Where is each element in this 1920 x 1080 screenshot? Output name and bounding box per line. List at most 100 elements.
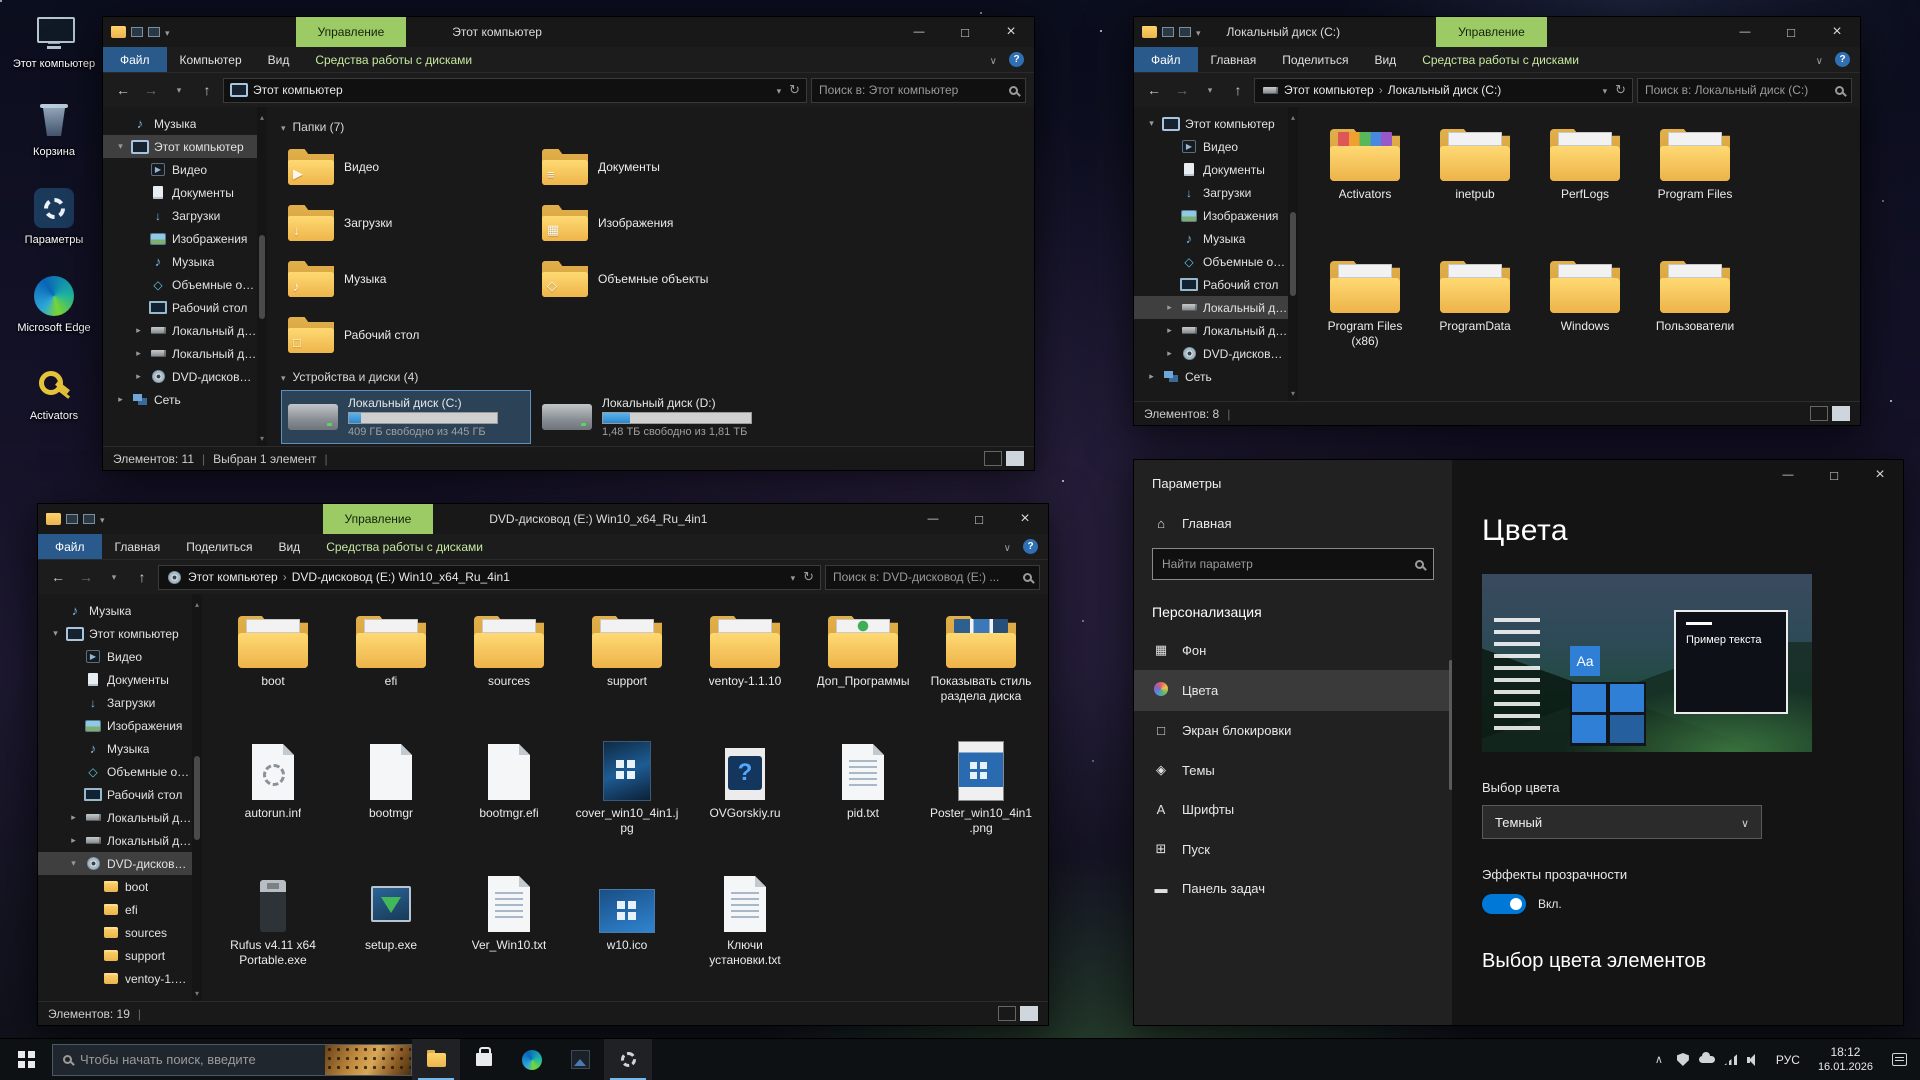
scroll-up-icon[interactable] (195, 596, 199, 610)
icons-view-button[interactable] (1006, 451, 1024, 466)
file-item[interactable]: support (569, 606, 685, 734)
recent-locations-icon[interactable] (167, 78, 191, 102)
ribbon-tab[interactable]: Средства работы с дисками (313, 534, 496, 559)
address-dropdown-icon[interactable] (1603, 83, 1608, 97)
folder-tile[interactable]: Рабочий стол (281, 308, 531, 362)
drive-tile[interactable]: Локальный диск (D:) 1,48 ТБ свободно из … (535, 390, 785, 444)
close-button[interactable] (1002, 504, 1048, 534)
close-button[interactable] (1814, 17, 1860, 47)
sidebar-item[interactable]: Изображения (38, 714, 192, 737)
tree-chevron-icon[interactable] (68, 812, 79, 823)
sidebar-item[interactable]: Сеть (103, 388, 257, 411)
file-item[interactable]: Windows (1531, 251, 1639, 379)
group-header-folders[interactable]: Папки (7) (281, 120, 1030, 134)
maximize-button[interactable] (1811, 460, 1857, 490)
tree-chevron-icon[interactable] (133, 348, 144, 359)
manage-ribbon-tab[interactable]: Управление (296, 17, 407, 47)
ribbon-tab[interactable]: Поделиться (173, 534, 265, 559)
back-button[interactable] (111, 78, 135, 102)
address-bar[interactable]: Этот компьютерDVD-дисковод (E:) Win10_x6… (158, 565, 821, 590)
tray-cloud-icon[interactable] (1695, 1039, 1719, 1080)
minimize-button[interactable] (1765, 460, 1811, 490)
group-collapse-icon[interactable] (281, 370, 286, 384)
folder-tile[interactable]: Видео (281, 140, 531, 194)
up-button[interactable] (130, 565, 154, 589)
tray-volume-icon[interactable] (1743, 1039, 1767, 1080)
file-item[interactable]: pid.txt (805, 738, 921, 866)
minimize-button[interactable] (910, 504, 956, 534)
file-item[interactable]: bootmgr (333, 738, 449, 866)
qat-chevron-icon[interactable] (165, 25, 170, 39)
settings-nav-item[interactable]: Панель задач (1134, 869, 1452, 908)
settings-search-input[interactable] (1162, 557, 1407, 571)
taskbar-search-input[interactable] (80, 1052, 317, 1067)
settings-nav-item[interactable]: Пуск (1134, 829, 1452, 869)
sidebar-item[interactable]: Локальный дис... (103, 342, 257, 365)
taskbar-app-button[interactable] (508, 1039, 556, 1080)
start-button[interactable] (0, 1039, 52, 1080)
titlebar[interactable]: Управление DVD-дисковод (E:) Win10_x64_R… (38, 504, 1048, 534)
explorer-system-icon[interactable] (1142, 26, 1157, 38)
file-item[interactable]: Ключи установки.txt (687, 870, 803, 998)
ribbon-tab[interactable]: Вид (1361, 47, 1409, 72)
sidebar-item[interactable]: efi (38, 898, 192, 921)
folder-tile[interactable]: Документы (535, 140, 785, 194)
sidebar-item[interactable]: Изображения (1134, 204, 1288, 227)
ribbon-tab[interactable]: Компьютер (167, 47, 255, 72)
sidebar-item[interactable]: Этот компьютер (1134, 112, 1288, 135)
sidebar-item[interactable]: Видео (1134, 135, 1288, 158)
file-item[interactable]: Доп_Программы (805, 606, 921, 734)
sidebar-item[interactable]: Рабочий стол (38, 783, 192, 806)
clock[interactable]: 18:12 16.01.2026 (1809, 1045, 1882, 1075)
minimize-button[interactable] (896, 17, 942, 47)
sidebar-item[interactable]: Документы (38, 668, 192, 691)
desktop-icon[interactable]: Параметры (8, 188, 100, 246)
sidebar-item[interactable]: Рабочий стол (103, 296, 257, 319)
taskbar-search[interactable] (52, 1044, 412, 1076)
file-item[interactable]: Rufus v4.11 x64 Portable.exe (215, 870, 331, 998)
sidebar-item[interactable]: Загрузки (38, 691, 192, 714)
file-item[interactable]: Program Files (x86) (1311, 251, 1419, 379)
file-item[interactable]: autorun.inf (215, 738, 331, 866)
back-button[interactable] (46, 565, 70, 589)
ribbon-tab[interactable]: Вид (265, 534, 313, 559)
file-item[interactable]: inetpub (1421, 119, 1529, 247)
tree-chevron-icon[interactable] (1146, 371, 1157, 382)
forward-button[interactable] (1170, 78, 1194, 102)
sidebar-item[interactable]: Загрузки (1134, 181, 1288, 204)
sidebar-item[interactable]: DVD-дисковод ( (103, 365, 257, 388)
settings-home-item[interactable]: Главная (1134, 507, 1452, 540)
settings-nav-item[interactable]: Экран блокировки (1134, 711, 1452, 750)
color-mode-dropdown[interactable]: Темный (1482, 805, 1762, 839)
sidebar-item[interactable]: Объемные объ... (38, 760, 192, 783)
ribbon-tab[interactable]: Поделиться (1269, 47, 1361, 72)
folder-tile[interactable]: Изображения (535, 196, 785, 250)
sidebar-item[interactable]: Изображения (103, 227, 257, 250)
ribbon-tab[interactable]: Средства работы с дисками (1409, 47, 1592, 72)
search-box[interactable] (1637, 78, 1852, 103)
tree-chevron-icon[interactable] (115, 394, 126, 405)
transparency-toggle[interactable] (1482, 894, 1526, 914)
file-item[interactable]: ventoy-1.1.10 (687, 606, 803, 734)
settings-nav-item[interactable]: Фон (1134, 630, 1452, 670)
tree-chevron-icon[interactable] (50, 628, 61, 639)
sidebar-item[interactable]: Объемные объ... (103, 273, 257, 296)
icons-view-button[interactable] (1832, 406, 1850, 421)
sidebar-item[interactable]: Музыка (1134, 227, 1288, 250)
ribbon-tab[interactable]: Главная (1198, 47, 1270, 72)
sidebar-item[interactable]: Локальный дис... (103, 319, 257, 342)
taskbar-app-button[interactable] (460, 1039, 508, 1080)
recent-locations-icon[interactable] (102, 565, 126, 589)
tray-network-icon[interactable] (1719, 1039, 1743, 1080)
search-highlight-image[interactable] (325, 1045, 411, 1075)
file-item[interactable]: ProgramData (1421, 251, 1529, 379)
tree-chevron-icon[interactable] (1164, 348, 1175, 359)
manage-ribbon-tab[interactable]: Управление (323, 504, 434, 534)
details-view-button[interactable] (1810, 406, 1828, 421)
search-input[interactable] (1645, 83, 1829, 97)
scroll-up-icon[interactable] (1291, 109, 1295, 123)
search-box[interactable] (811, 78, 1026, 103)
sidebar-item[interactable]: boot (38, 875, 192, 898)
desktop-icon[interactable]: Microsoft Edge (8, 276, 100, 334)
sidebar-item[interactable]: Объемные объ... (1134, 250, 1288, 273)
